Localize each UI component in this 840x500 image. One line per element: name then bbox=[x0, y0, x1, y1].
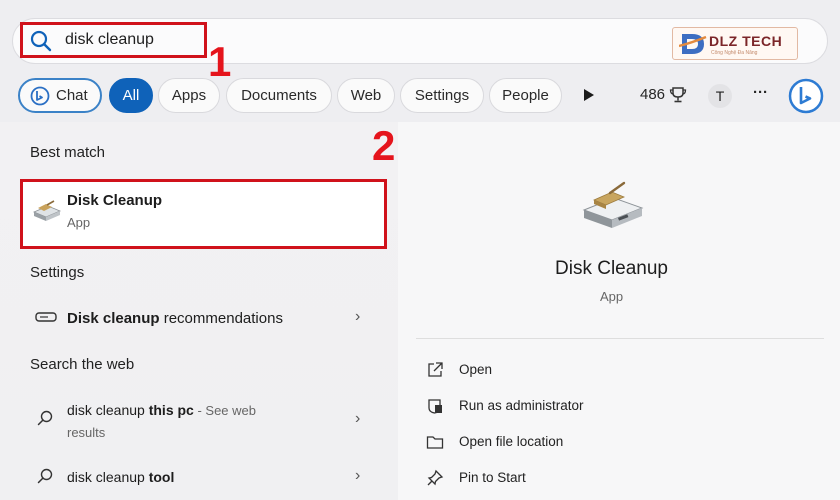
search-icon bbox=[37, 468, 53, 484]
step-number-1: 1 bbox=[208, 38, 232, 85]
chip-chat-label: Chat bbox=[56, 87, 88, 104]
action-pin-to-start[interactable]: Pin to Start bbox=[459, 470, 526, 485]
highlight-box-search bbox=[20, 22, 207, 58]
settings-heading: Settings bbox=[30, 264, 85, 281]
search-web-heading: Search the web bbox=[30, 356, 135, 373]
avatar[interactable]: T bbox=[708, 84, 732, 108]
logo-emblem-icon bbox=[679, 34, 707, 54]
disk-cleanup-large-icon bbox=[582, 181, 644, 228]
chevron-right-icon: › bbox=[355, 410, 361, 427]
chip-settings[interactable]: Settings bbox=[400, 78, 484, 113]
action-open-file-location[interactable]: Open file location bbox=[459, 434, 563, 449]
chip-people[interactable]: People bbox=[489, 78, 562, 113]
rewards-points: 486 bbox=[640, 86, 666, 103]
shield-admin-icon bbox=[428, 399, 442, 414]
pin-icon bbox=[427, 469, 444, 486]
storage-drive-icon bbox=[35, 312, 57, 322]
settings-item-bold: Disk cleanup bbox=[67, 310, 160, 327]
bing-icon[interactable] bbox=[788, 78, 824, 114]
chip-apps[interactable]: Apps bbox=[158, 78, 220, 113]
trophy-icon[interactable] bbox=[669, 86, 687, 104]
bing-chat-icon bbox=[30, 86, 50, 105]
web-result-1-plain: disk cleanup bbox=[67, 402, 149, 418]
chip-chat[interactable]: Chat bbox=[18, 78, 102, 113]
web-result-2-bold: tool bbox=[148, 469, 175, 485]
settings-item-label: Disk cleanup recommendations bbox=[67, 310, 283, 327]
highlight-box-best-match bbox=[20, 179, 387, 249]
chip-all[interactable]: All bbox=[109, 78, 153, 113]
settings-item-rest: recommendations bbox=[159, 310, 283, 327]
chevron-right-icon: › bbox=[355, 467, 361, 484]
detail-divider bbox=[416, 338, 824, 339]
logo-tagline: Công Nghệ Đa Năng bbox=[711, 50, 758, 56]
play-more-icon[interactable] bbox=[583, 88, 595, 102]
web-result-1-line2: results bbox=[67, 425, 106, 440]
action-run-as-administrator[interactable]: Run as administrator bbox=[459, 398, 584, 413]
folder-icon bbox=[426, 436, 444, 449]
web-result-1-suffix: - See web bbox=[193, 403, 256, 418]
more-options-button[interactable]: ··· bbox=[753, 84, 768, 101]
dlz-tech-logo: DLZ TECH Công Nghệ Đa Năng bbox=[672, 27, 798, 60]
step-number-2: 2 bbox=[372, 122, 396, 169]
web-result-2-plain: disk cleanup bbox=[67, 469, 149, 485]
action-open[interactable]: Open bbox=[459, 362, 492, 377]
best-match-heading: Best match bbox=[30, 144, 106, 161]
detail-subtitle: App bbox=[600, 289, 624, 304]
chip-web[interactable]: Web bbox=[337, 78, 395, 113]
search-icon bbox=[37, 410, 53, 426]
web-result-1-bold: this pc bbox=[148, 402, 194, 418]
web-result-1-text: disk cleanup this pc - See web bbox=[67, 402, 256, 418]
chevron-right-icon: › bbox=[355, 308, 361, 325]
chip-documents[interactable]: Documents bbox=[226, 78, 332, 113]
open-icon bbox=[428, 362, 443, 377]
web-result-2-text: disk cleanup tool bbox=[67, 469, 174, 485]
logo-text: DLZ TECH bbox=[709, 33, 783, 49]
detail-title: Disk Cleanup bbox=[555, 258, 668, 279]
